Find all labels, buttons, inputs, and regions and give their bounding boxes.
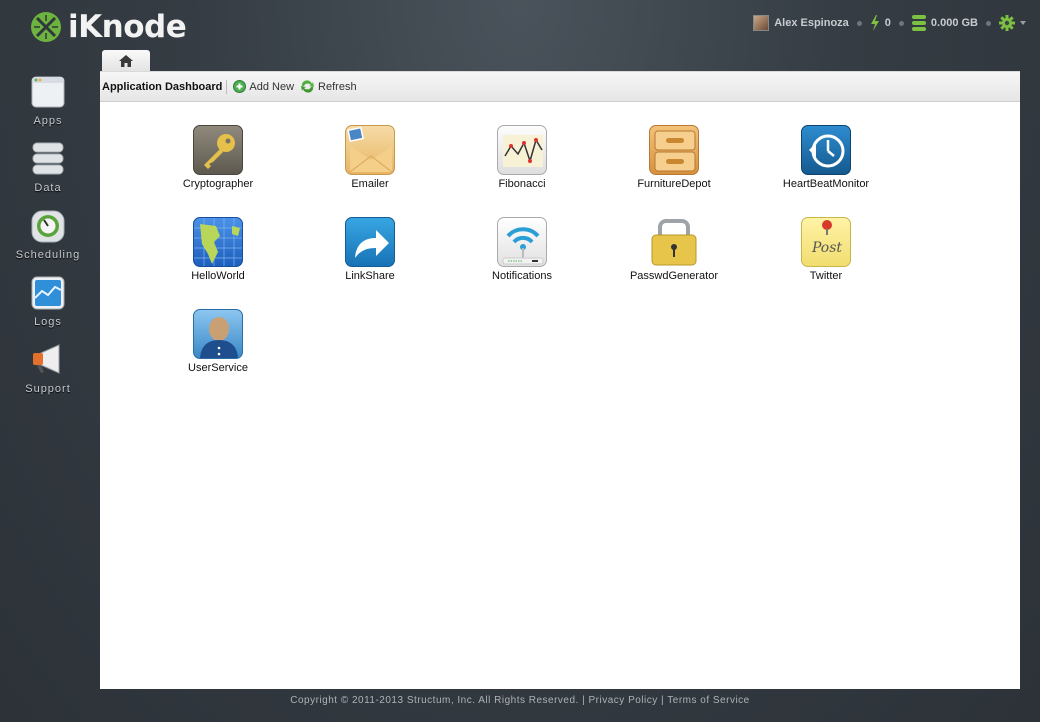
settings-menu[interactable] xyxy=(999,15,1026,31)
app-label: Cryptographer xyxy=(182,178,254,190)
user-name: Alex Espinoza xyxy=(774,17,849,29)
sidebar-item-support[interactable]: Support xyxy=(0,343,96,395)
app-label: HelloWorld xyxy=(191,270,245,282)
footer-divider: | xyxy=(661,695,665,706)
brand-name: iKnode xyxy=(68,9,187,45)
privacy-policy-link[interactable]: Privacy Policy xyxy=(589,695,658,706)
user-menu[interactable]: Alex Espinoza xyxy=(753,15,849,31)
home-icon xyxy=(119,55,133,67)
sticky-note-icon: Post xyxy=(801,217,851,267)
add-new-label: Add New xyxy=(249,80,295,93)
user-icon xyxy=(193,309,243,359)
sidebar-item-apps[interactable]: Apps xyxy=(0,75,96,127)
wifi-router-icon xyxy=(497,217,547,267)
app-label: FurnitureDepot xyxy=(637,178,711,190)
chart-icon xyxy=(31,276,65,310)
separator-dot xyxy=(986,20,991,26)
app-linkshare[interactable]: LinkShare xyxy=(310,217,430,282)
gear-icon xyxy=(999,15,1015,31)
app-heartbeatmonitor[interactable]: HeartBeatMonitor xyxy=(766,125,886,190)
app-userservice[interactable]: UserService xyxy=(158,309,278,374)
app-twitter[interactable]: Post Twitter xyxy=(766,217,886,282)
iknode-logo-icon xyxy=(31,12,61,42)
sidebar-label: Apps xyxy=(33,115,63,127)
padlock-icon xyxy=(649,217,699,267)
user-status-bar: Alex Espinoza 0 0.000 GB xyxy=(753,15,1026,31)
lightning-icon xyxy=(870,15,879,31)
sidebar-item-data[interactable]: Data xyxy=(0,142,96,194)
database-icon xyxy=(911,15,926,31)
app-fibonacci[interactable]: Fibonacci xyxy=(462,125,582,190)
app-label: HeartBeatMonitor xyxy=(782,178,870,190)
app-label: Fibonacci xyxy=(498,178,546,190)
page-title: Application Dashboard xyxy=(102,79,228,94)
sidebar-item-logs[interactable]: Logs xyxy=(0,276,96,328)
app-notifications[interactable]: Notifications xyxy=(462,217,582,282)
app-emailer[interactable]: Emailer xyxy=(310,125,430,190)
clock-refresh-icon xyxy=(801,125,851,175)
toolbar: Application Dashboard Add New Refresh xyxy=(100,71,1020,102)
storage-value: 0.000 GB xyxy=(930,17,978,29)
separator-dot xyxy=(898,20,904,26)
footer-divider: | xyxy=(582,695,586,706)
line-chart-icon xyxy=(497,125,547,175)
footer: Copyright © 2011-2013 Structum, Inc. All… xyxy=(0,695,1040,706)
clock-icon xyxy=(31,210,65,243)
main-panel: Application Dashboard Add New Refresh Cr… xyxy=(100,71,1020,689)
app-label: LinkShare xyxy=(345,270,395,282)
drawer-icon xyxy=(649,125,699,175)
app-furnituredepot[interactable]: FurnitureDepot xyxy=(614,125,734,190)
add-new-button[interactable]: Add New xyxy=(233,80,294,93)
terms-of-service-link[interactable]: Terms of Service xyxy=(667,695,749,706)
globe-icon xyxy=(193,217,243,267)
app-label: Notifications xyxy=(492,270,552,282)
app-cryptographer[interactable]: Cryptographer xyxy=(158,125,278,190)
app-label: UserService xyxy=(188,362,248,374)
envelope-icon xyxy=(345,125,395,175)
avatar xyxy=(753,15,770,31)
logo[interactable]: iKnode xyxy=(30,9,187,45)
database-icon xyxy=(32,142,64,175)
app-label: PasswdGenerator xyxy=(629,270,719,282)
share-arrow-icon xyxy=(345,217,395,267)
copyright-text: Copyright © 2011-2013 Structum, Inc. All… xyxy=(290,695,579,706)
credits-indicator[interactable]: 0 xyxy=(870,15,891,31)
sidebar-label: Logs xyxy=(34,316,62,328)
refresh-button[interactable]: Refresh xyxy=(300,80,357,93)
sidebar-label: Data xyxy=(34,182,62,194)
key-icon xyxy=(193,125,243,175)
sidebar-label: Support xyxy=(25,383,71,395)
app-helloworld[interactable]: HelloWorld xyxy=(158,217,278,282)
refresh-label: Refresh xyxy=(318,80,357,93)
chevron-down-icon xyxy=(1020,21,1026,25)
megaphone-icon xyxy=(33,344,60,374)
window-icon xyxy=(31,76,65,108)
app-label: Twitter xyxy=(809,270,843,282)
separator-dot xyxy=(856,20,862,26)
app-passwdgenerator[interactable]: PasswdGenerator xyxy=(614,217,734,282)
tab-home[interactable] xyxy=(102,50,150,72)
refresh-icon xyxy=(301,80,315,93)
plus-circle-icon xyxy=(233,80,247,93)
svg-text:Post: Post xyxy=(811,240,842,256)
app-label: Emailer xyxy=(351,178,389,190)
storage-indicator[interactable]: 0.000 GB xyxy=(911,15,978,31)
sidebar-label: Scheduling xyxy=(15,249,81,261)
credits-value: 0 xyxy=(884,17,891,29)
sidebar-item-scheduling[interactable]: Scheduling xyxy=(0,209,96,261)
